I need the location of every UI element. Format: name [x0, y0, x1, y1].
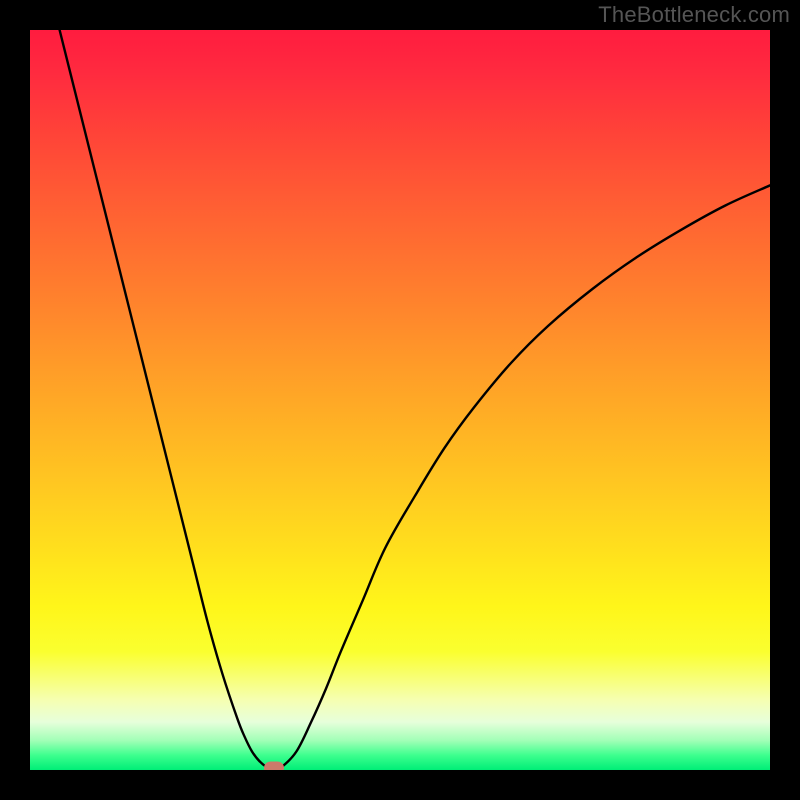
chart-frame: TheBottleneck.com	[0, 0, 800, 800]
optimum-marker-icon	[264, 761, 284, 770]
plot-area	[30, 30, 770, 770]
bottleneck-curve	[30, 30, 770, 770]
watermark-text: TheBottleneck.com	[598, 2, 790, 28]
